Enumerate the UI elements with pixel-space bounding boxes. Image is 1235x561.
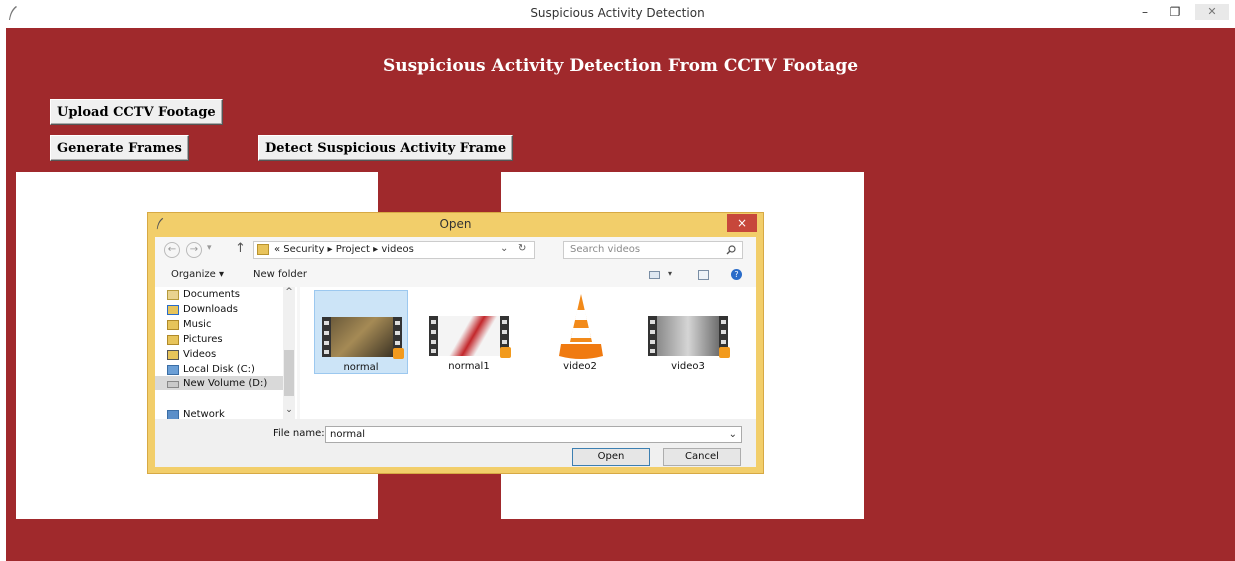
page-title: Suspicious Activity Detection From CCTV … [382,56,859,76]
maximize-button[interactable]: ❐ [1165,4,1185,20]
scroll-down-icon[interactable]: ⌄ [283,405,295,415]
help-icon[interactable]: ? [731,269,742,280]
minimize-button[interactable]: – [1135,4,1155,20]
view-dropdown-icon[interactable]: ▾ [668,269,672,278]
nav-item-new-volume[interactable]: New Volume (D:) [167,378,268,389]
close-button[interactable]: ✕ [1195,4,1229,20]
nav-item-local-disk[interactable]: Local Disk (C:) [167,364,255,375]
search-input[interactable]: Search videos [563,241,743,259]
downloads-icon [167,305,179,315]
nav-item-label: Network [183,409,225,419]
upload-footage-button[interactable]: Upload CCTV Footage [50,99,223,125]
search-placeholder: Search videos [570,244,641,255]
dialog-footer: File name: normal ⌄ Open Cancel [155,419,756,467]
forward-button[interactable]: → [186,242,202,258]
video-thumbnail-icon [429,316,511,358]
vlc-cone-icon [559,294,603,359]
address-row: ← → ▾ ↑ « Security ▸ Project ▸ videos ⌄ … [155,237,756,263]
dialog-close-button[interactable]: × [727,214,757,232]
nav-item-videos[interactable]: Videos [167,349,217,360]
drive-icon [167,381,179,388]
cancel-button[interactable]: Cancel [663,448,741,466]
chevron-down-icon[interactable]: ⌄ [729,427,737,442]
nav-item-downloads[interactable]: Downloads [167,304,238,315]
open-button[interactable]: Open [572,448,650,466]
video-thumbnail-icon [322,317,404,359]
nav-item-label: Downloads [183,304,238,315]
file-name-value: normal [330,429,366,440]
dialog-toolbar: Organize ▾ New folder ▾ ? [155,264,756,286]
window-titlebar: Suspicious Activity Detection – ❐ ✕ [0,0,1235,28]
nav-item-pictures[interactable]: Pictures [167,334,223,345]
window-title: Suspicious Activity Detection [530,6,705,20]
open-file-dialog: Open × ← → ▾ ↑ « Security ▸ Project ▸ vi… [147,212,764,474]
new-folder-button[interactable]: New folder [253,269,307,280]
up-button[interactable]: ↑ [235,241,246,256]
nav-item-network[interactable]: Network [167,409,225,419]
pictures-icon [167,335,179,345]
dialog-content: ← → ▾ ↑ « Security ▸ Project ▸ videos ⌄ … [155,237,756,467]
change-view-icon[interactable] [649,271,660,279]
nav-item-music[interactable]: Music [167,319,212,330]
dialog-title: Open [439,217,472,231]
folder-icon [257,244,269,255]
nav-item-label: Documents [183,289,241,300]
generate-frames-button[interactable]: Generate Frames [50,135,189,161]
nav-item-documents[interactable]: Documents [167,289,241,300]
file-name: video3 [671,361,705,372]
address-bar[interactable]: « Security ▸ Project ▸ videos ⌄ ↻ [253,241,535,259]
back-button[interactable]: ← [164,242,180,258]
file-item-normal[interactable]: normal [314,290,408,374]
detect-suspicious-frame-button[interactable]: Detect Suspicious Activity Frame [258,135,514,161]
file-item-video3[interactable]: video3 [641,290,735,374]
music-icon [167,320,179,330]
file-item-normal1[interactable]: normal1 [422,290,516,374]
scroll-up-icon[interactable]: ^ [283,287,295,297]
search-icon [726,245,736,255]
organize-menu[interactable]: Organize ▾ [171,269,224,280]
nav-item-label: Music [183,319,212,330]
local-disk-icon [167,365,179,375]
nav-item-label: New Volume (D:) [183,378,268,389]
nav-item-label: Pictures [183,334,223,345]
file-name: video2 [563,361,597,372]
documents-icon [167,290,179,300]
nav-scrollbar[interactable]: ^ ⌄ [283,287,295,419]
preview-pane-icon[interactable] [698,270,709,280]
refresh-icon[interactable]: ↻ [518,243,526,254]
network-icon [167,410,179,419]
address-path: « Security ▸ Project ▸ videos [274,244,414,255]
videos-icon [167,350,179,360]
nav-item-label: Videos [183,349,217,360]
video-thumbnail-icon [648,316,730,358]
file-name: normal [343,362,379,373]
address-dropdown-icon[interactable]: ⌄ [500,243,508,254]
file-name-input[interactable]: normal ⌄ [325,426,742,443]
recent-locations-button[interactable]: ▾ [207,243,212,253]
window-controls: – ❐ ✕ [1135,4,1229,20]
file-name-label: File name: [273,428,325,439]
file-list: normal normal1 video2 video3 [300,287,756,419]
file-name: normal1 [448,361,490,372]
navigation-pane: Documents Downloads Music Pictures Video… [155,287,297,419]
nav-item-label: Local Disk (C:) [183,364,255,375]
file-item-video2[interactable]: video2 [533,290,627,374]
scroll-thumb[interactable] [284,350,294,396]
